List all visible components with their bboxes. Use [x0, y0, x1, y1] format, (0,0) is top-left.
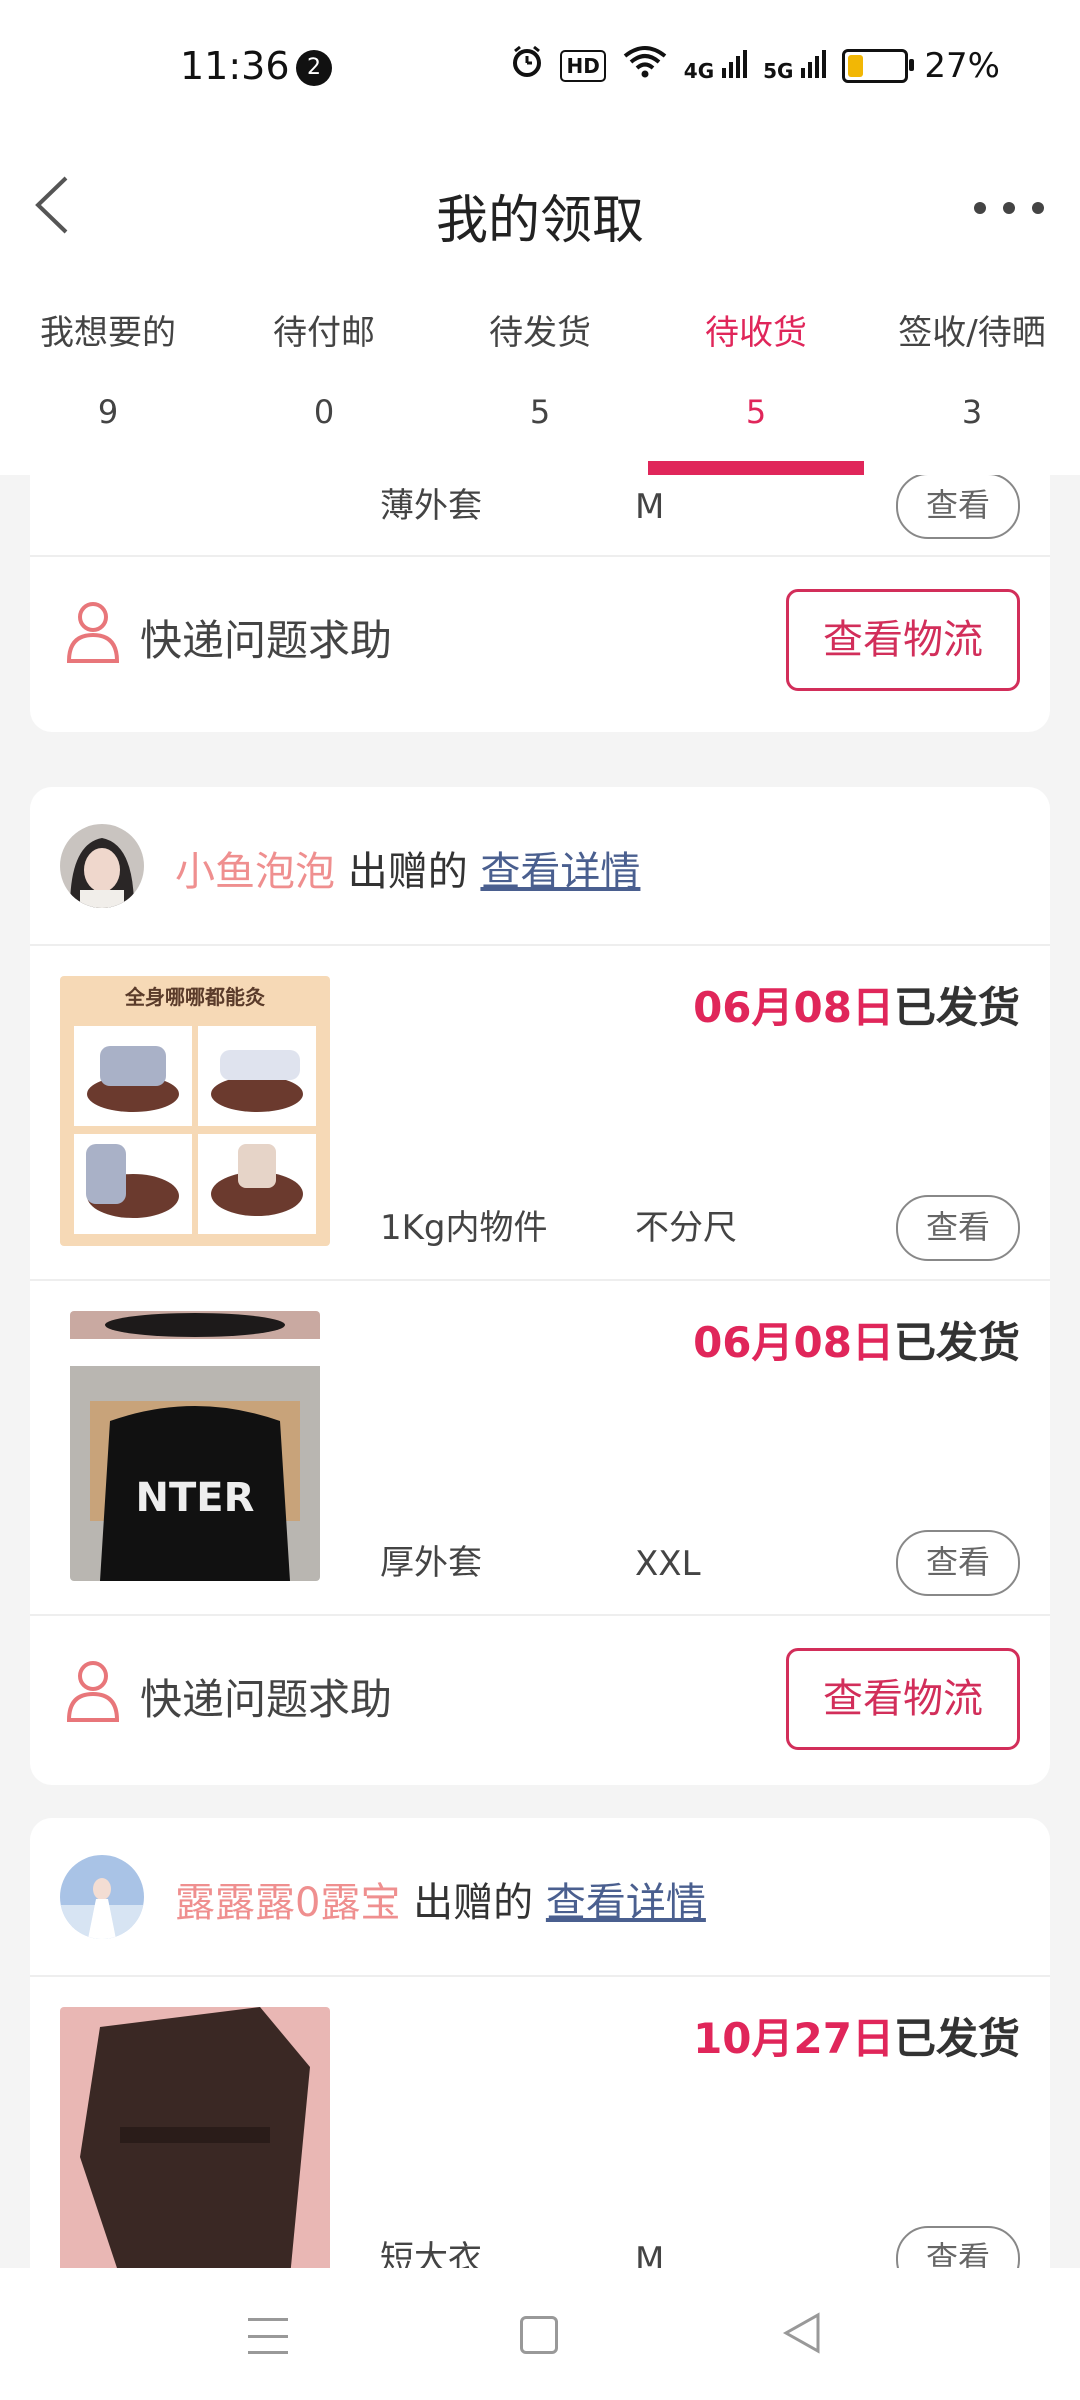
thumbnail-caption: 全身哪哪都能灸: [124, 985, 265, 1009]
active-tab-indicator: [648, 461, 864, 475]
tab-wanted[interactable]: 我想要的 9: [0, 275, 216, 475]
battery-icon: [842, 48, 915, 83]
giver-row: 露露露0露宝 出赠的 查看详情: [30, 1818, 1050, 1975]
tab-label: 我想要的: [40, 313, 176, 353]
view-button[interactable]: 查看: [896, 1195, 1020, 1261]
tab-label: 待收货: [705, 313, 807, 353]
giver-avatar[interactable]: [60, 1855, 144, 1939]
giver-line: 小鱼泡泡 出赠的 查看详情: [175, 839, 640, 897]
ship-status: 已发货: [893, 1318, 1020, 1367]
more-dots-icon: [974, 202, 986, 214]
signal-5g-label: 5G: [763, 59, 794, 83]
item-size: M: [635, 487, 665, 527]
tab-pending-receipt[interactable]: 待收货 5: [648, 275, 864, 475]
app-header: 我的领取: [0, 140, 1080, 275]
giver-verb: 出赠的: [413, 1880, 534, 1926]
claim-item[interactable]: 全身哪哪都能灸 06月08日已发货 1Kg内物件 不分尺 查看: [30, 946, 1050, 1279]
hd-icon: HD: [560, 49, 606, 82]
view-details-link[interactable]: 查看详情: [546, 1880, 706, 1926]
giver-name[interactable]: 露露露0露宝: [175, 1880, 400, 1926]
giver-line: 露露露0露宝 出赠的 查看详情: [175, 1870, 706, 1928]
claim-list[interactable]: 薄外套 M 查看 快递问题求助 查看物流 小鱼泡泡 出赠的 查看详情 全身哪哪都…: [0, 475, 1080, 2268]
system-nav-bar: [0, 2268, 1080, 2400]
item-size: XXL: [635, 1544, 701, 1584]
item-size: M: [635, 2240, 665, 2268]
thumbnail-caption: NTER: [136, 1475, 255, 1521]
claim-item[interactable]: 薄外套 M 查看: [30, 475, 1050, 555]
tab-received[interactable]: 签收/待晒 3: [864, 275, 1080, 475]
view-logistics-button[interactable]: 查看物流: [786, 1648, 1020, 1750]
signal-4g-label: 4G: [683, 59, 715, 83]
signal-4g-icon: 4G: [683, 48, 748, 83]
signal-5g-icon: 5G: [763, 48, 827, 83]
view-button[interactable]: 查看: [896, 2226, 1020, 2268]
item-size: 不分尺: [635, 1208, 737, 1248]
tab-pending-postage[interactable]: 待付邮 0: [216, 275, 432, 475]
person-icon[interactable]: [64, 1658, 122, 1722]
claim-card: 薄外套 M 查看 快递问题求助 查看物流: [30, 475, 1050, 732]
nav-back-icon[interactable]: [782, 2312, 822, 2358]
ship-date: 06月08日已发货: [693, 974, 1020, 1035]
ship-date: 06月08日已发货: [693, 1309, 1020, 1370]
item-thumbnail: [60, 2007, 330, 2268]
ship-status: 已发货: [893, 983, 1020, 1032]
battery-percent: 27%: [924, 45, 1000, 86]
tab-count: 5: [745, 393, 767, 431]
giver-name[interactable]: 小鱼泡泡: [175, 849, 335, 895]
item-thumbnail: 全身哪哪都能灸: [60, 976, 330, 1246]
home-icon[interactable]: [520, 2316, 558, 2354]
help-row: 快递问题求助 查看物流: [30, 1616, 1050, 1785]
person-icon[interactable]: [64, 599, 122, 663]
claim-card: 露露露0露宝 出赠的 查看详情 10月27日已发货 短大衣 M 查看: [30, 1818, 1050, 2268]
tab-count: 5: [529, 393, 551, 431]
ship-date-value: 10月27日: [693, 2014, 894, 2063]
tab-label: 待发货: [489, 313, 591, 353]
claim-card: 小鱼泡泡 出赠的 查看详情 全身哪哪都能灸 06月08日已发货 1Kg内物件 不…: [30, 787, 1050, 1785]
tab-count: 0: [313, 393, 335, 431]
help-row: 快递问题求助 查看物流: [30, 557, 1050, 732]
status-bar: 11:36 2 HD 4G 5G 27%: [0, 0, 1080, 140]
view-button[interactable]: 查看: [896, 1530, 1020, 1596]
item-thumbnail: NTER: [70, 1311, 320, 1581]
tab-label: 签收/待晒: [898, 313, 1046, 353]
giver-avatar[interactable]: [60, 824, 144, 908]
status-icons: HD 4G 5G 27%: [510, 44, 1000, 87]
view-button[interactable]: 查看: [896, 475, 1020, 539]
page-title: 我的领取: [435, 191, 644, 251]
ship-date-value: 06月08日: [693, 1318, 894, 1367]
status-time: 11:36: [180, 44, 290, 88]
item-name: 1Kg内物件: [380, 1208, 548, 1248]
alarm-icon: [510, 44, 544, 87]
ship-date: 10月27日已发货: [693, 2005, 1020, 2066]
item-name: 薄外套: [380, 486, 482, 526]
claim-item[interactable]: NTER 06月08日已发货 厚外套 XXL 查看: [30, 1281, 1050, 1614]
more-options-button[interactable]: [974, 178, 1044, 238]
view-details-link[interactable]: 查看详情: [480, 849, 640, 895]
ship-status: 已发货: [893, 2014, 1020, 2063]
tab-count: 9: [97, 393, 119, 431]
wifi-icon: [622, 44, 668, 87]
menu-icon[interactable]: [248, 2318, 288, 2354]
delivery-help-link[interactable]: 快递问题求助: [140, 607, 392, 668]
battery-level: [848, 54, 864, 77]
view-logistics-button[interactable]: 查看物流: [786, 589, 1020, 691]
tab-pending-shipment[interactable]: 待发货 5: [432, 275, 648, 475]
item-name: 短大衣: [380, 2239, 482, 2268]
notification-badge: 2: [296, 50, 332, 86]
item-name: 厚外套: [380, 1543, 482, 1583]
tab-label: 待付邮: [273, 313, 375, 353]
status-tabs: 我想要的 9 待付邮 0 待发货 5 待收货 5 签收/待晒 3: [0, 275, 1080, 475]
delivery-help-link[interactable]: 快递问题求助: [140, 1666, 392, 1727]
ship-date-value: 06月08日: [693, 983, 894, 1032]
tab-count: 3: [961, 393, 983, 431]
claim-item[interactable]: 10月27日已发货 短大衣 M 查看: [30, 1977, 1050, 2268]
giver-row: 小鱼泡泡 出赠的 查看详情: [30, 787, 1050, 944]
giver-verb: 出赠的: [347, 849, 468, 895]
